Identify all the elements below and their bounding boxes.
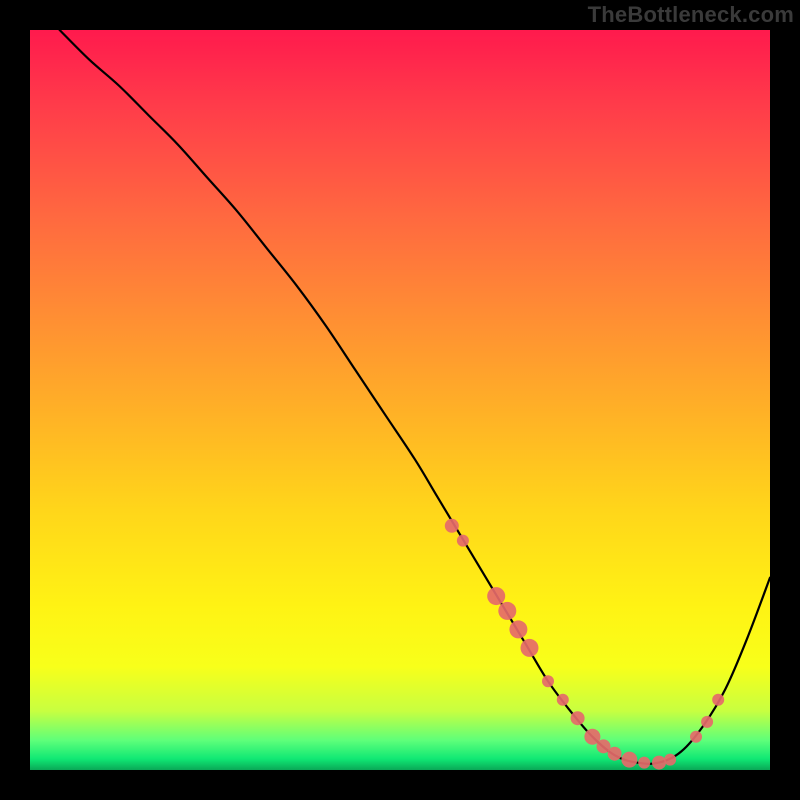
curve-marker (445, 519, 459, 533)
curve-marker (690, 731, 702, 743)
curve-marker (621, 752, 637, 768)
curve-marker (638, 757, 650, 769)
chart-frame (30, 30, 770, 770)
curve-marker (521, 639, 539, 657)
curve-marker (457, 535, 469, 547)
plot-area (30, 30, 770, 770)
curve-marker (509, 620, 527, 638)
curve-marker (571, 711, 585, 725)
curve-marker (664, 754, 676, 766)
curve-marker (487, 587, 505, 605)
bottleneck-curve-svg (30, 30, 770, 770)
watermark-text: TheBottleneck.com (588, 2, 794, 28)
bottleneck-curve (60, 30, 770, 764)
curve-marker (652, 756, 666, 770)
curve-marker (557, 694, 569, 706)
curve-marker (542, 675, 554, 687)
curve-marker (701, 716, 713, 728)
curve-marker (608, 747, 622, 761)
curve-markers (445, 519, 724, 770)
curve-marker (712, 694, 724, 706)
curve-marker (498, 602, 516, 620)
